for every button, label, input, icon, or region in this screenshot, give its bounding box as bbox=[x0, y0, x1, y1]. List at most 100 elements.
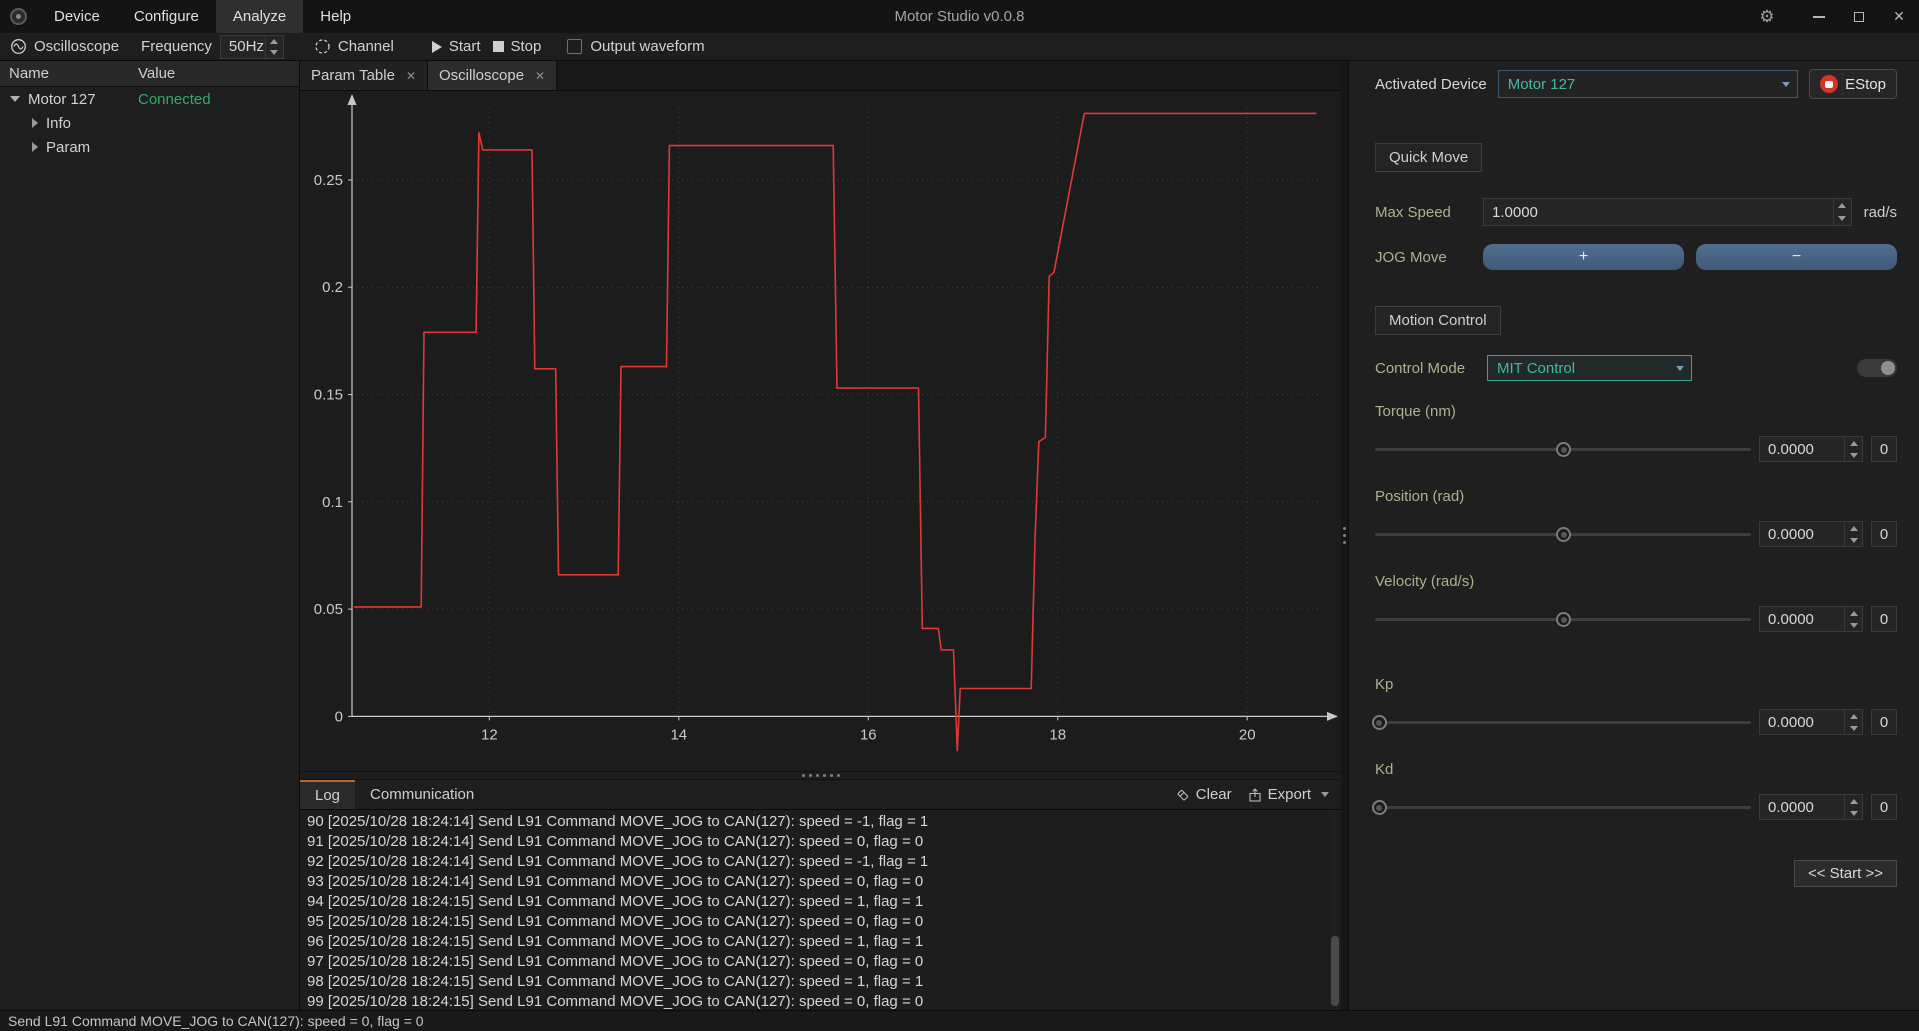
estop-label: EStop bbox=[1845, 75, 1886, 93]
chevron-down-icon[interactable] bbox=[1321, 792, 1329, 797]
tree-row-param[interactable]: Param bbox=[0, 135, 299, 159]
torque-extra-spinbox[interactable]: 0 bbox=[1871, 436, 1897, 462]
tree-row-motor-127[interactable]: Motor 127 Connected bbox=[0, 87, 299, 111]
frequency-value: 50Hz bbox=[228, 38, 264, 55]
tab-log[interactable]: Log bbox=[300, 780, 356, 809]
kp-value-spinbox[interactable]: 0.0000 bbox=[1759, 709, 1863, 735]
spin-up-icon[interactable] bbox=[1845, 607, 1862, 619]
tab-oscilloscope[interactable]: Oscilloscope ✕ bbox=[428, 61, 558, 90]
kd-extra-spinbox[interactable]: 0 bbox=[1871, 794, 1897, 820]
horizontal-splitter[interactable] bbox=[300, 771, 1341, 780]
output-waveform-checkbox[interactable] bbox=[567, 39, 583, 54]
tree-row-info[interactable]: Info bbox=[0, 111, 299, 135]
spin-arrows[interactable] bbox=[1844, 522, 1862, 546]
vertical-splitter[interactable] bbox=[1341, 61, 1348, 1010]
settings-button[interactable]: ⚙ bbox=[1747, 0, 1787, 33]
spin-up-icon[interactable] bbox=[1834, 199, 1851, 212]
gear-icon: ⚙ bbox=[1759, 6, 1775, 26]
export-button[interactable]: Export bbox=[1248, 786, 1329, 803]
collapsed-arrow-icon[interactable] bbox=[32, 142, 38, 152]
kp-extra-spinbox[interactable]: 0 bbox=[1871, 709, 1897, 735]
status-text: Send L91 Command MOVE_JOG to CAN(127): s… bbox=[8, 1013, 424, 1029]
spin-arrows[interactable] bbox=[1844, 710, 1862, 734]
start-motion-button[interactable]: << Start >> bbox=[1793, 860, 1897, 887]
menu-label: Device bbox=[54, 8, 100, 25]
frequency-spinbox[interactable]: 50Hz bbox=[219, 34, 284, 59]
spin-down-icon[interactable] bbox=[1845, 534, 1862, 546]
channel-button[interactable]: Channel bbox=[314, 38, 394, 55]
stop-button[interactable]: Stop bbox=[492, 38, 541, 55]
chart-tab-bar: Param Table ✕ Oscilloscope ✕ bbox=[300, 61, 1341, 91]
jog-minus-button[interactable]: − bbox=[1696, 244, 1897, 270]
torque-slider[interactable] bbox=[1375, 441, 1751, 457]
collapsed-arrow-icon[interactable] bbox=[32, 118, 38, 128]
scrollbar-thumb[interactable] bbox=[1331, 936, 1339, 1006]
log-line: 97 [2025/10/28 18:24:15] Send L91 Comman… bbox=[307, 953, 924, 970]
spin-arrows[interactable] bbox=[1832, 199, 1851, 225]
slider-handle[interactable] bbox=[1371, 715, 1387, 730]
spin-down-icon[interactable] bbox=[266, 47, 283, 58]
oscilloscope-chart[interactable]: 12 14 16 18 20 0 0.05 0.1 0.15 0.2 0.25 bbox=[300, 91, 1341, 771]
position-extra-spinbox[interactable]: 0 bbox=[1871, 521, 1897, 547]
maximize-button[interactable] bbox=[1839, 0, 1879, 33]
menu-device[interactable]: Device bbox=[37, 0, 117, 33]
close-button[interactable]: ✕ bbox=[1879, 0, 1919, 33]
control-mode-label: Control Mode bbox=[1375, 359, 1466, 377]
activated-device-combo[interactable]: Motor 127 bbox=[1497, 70, 1799, 98]
velocity-extra-spinbox[interactable]: 0 bbox=[1871, 606, 1897, 632]
slider-handle[interactable] bbox=[1556, 442, 1571, 457]
start-button[interactable]: Start bbox=[431, 38, 481, 55]
torque-label: Torque (nm) bbox=[1375, 403, 1456, 420]
torque-value-spinbox[interactable]: 0.0000 bbox=[1759, 436, 1863, 462]
oscilloscope-button[interactable]: Oscilloscope bbox=[10, 38, 119, 55]
tab-param-table[interactable]: Param Table ✕ bbox=[300, 61, 428, 90]
spin-down-icon[interactable] bbox=[1845, 722, 1862, 734]
toggle-knob bbox=[1881, 361, 1895, 375]
spin-up-icon[interactable] bbox=[1845, 710, 1862, 722]
close-icon[interactable]: ✕ bbox=[535, 69, 545, 83]
position-slider[interactable] bbox=[1375, 526, 1751, 542]
svg-text:14: 14 bbox=[670, 726, 687, 743]
svg-text:18: 18 bbox=[1049, 726, 1066, 743]
minimize-button[interactable] bbox=[1799, 0, 1839, 33]
spin-down-icon[interactable] bbox=[1834, 212, 1851, 225]
output-waveform-label: Output waveform bbox=[590, 38, 705, 55]
spin-arrows[interactable] bbox=[1844, 437, 1862, 461]
frequency-spin-arrows[interactable] bbox=[264, 35, 283, 58]
spin-up-icon[interactable] bbox=[1845, 437, 1862, 449]
spin-arrows[interactable] bbox=[1844, 795, 1862, 819]
jog-plus-button[interactable]: + bbox=[1483, 244, 1684, 270]
expand-arrow-icon[interactable] bbox=[10, 96, 20, 102]
max-speed-label: Max Speed bbox=[1375, 203, 1451, 221]
position-value-spinbox[interactable]: 0.0000 bbox=[1759, 521, 1863, 547]
tab-communication[interactable]: Communication bbox=[355, 780, 489, 809]
spin-arrows[interactable] bbox=[1844, 607, 1862, 631]
control-mode-combo[interactable]: MIT Control bbox=[1487, 355, 1692, 381]
estop-button[interactable]: EStop bbox=[1809, 69, 1897, 99]
velocity-value-spinbox[interactable]: 0.0000 bbox=[1759, 606, 1863, 632]
spin-up-icon[interactable] bbox=[1845, 795, 1862, 807]
slider-handle[interactable] bbox=[1371, 800, 1387, 815]
menu-analyze[interactable]: Analyze bbox=[215, 0, 304, 33]
slider-handle[interactable] bbox=[1556, 612, 1571, 627]
svg-text:0.25: 0.25 bbox=[314, 172, 343, 189]
menu-help[interactable]: Help bbox=[303, 0, 368, 33]
max-speed-spinbox[interactable]: 1.0000 bbox=[1483, 198, 1852, 226]
spin-down-icon[interactable] bbox=[1845, 619, 1862, 631]
spin-down-icon[interactable] bbox=[1845, 807, 1862, 819]
spin-up-icon[interactable] bbox=[266, 36, 283, 47]
spin-down-icon[interactable] bbox=[1845, 449, 1862, 461]
clear-button[interactable]: Clear bbox=[1176, 786, 1232, 803]
log-scrollbar[interactable] bbox=[1330, 810, 1340, 1010]
spin-up-icon[interactable] bbox=[1845, 522, 1862, 534]
kd-value-spinbox[interactable]: 0.0000 bbox=[1759, 794, 1863, 820]
velocity-slider[interactable] bbox=[1375, 611, 1751, 627]
menu-configure[interactable]: Configure bbox=[117, 0, 216, 33]
slider-handle[interactable] bbox=[1556, 527, 1571, 542]
enable-toggle[interactable] bbox=[1857, 359, 1897, 377]
kp-slider[interactable] bbox=[1371, 714, 1751, 730]
kd-slider[interactable] bbox=[1371, 799, 1751, 815]
tree-header: Name Value bbox=[0, 61, 299, 87]
velocity-label: Velocity (rad/s) bbox=[1375, 573, 1475, 590]
close-icon[interactable]: ✕ bbox=[406, 69, 416, 83]
